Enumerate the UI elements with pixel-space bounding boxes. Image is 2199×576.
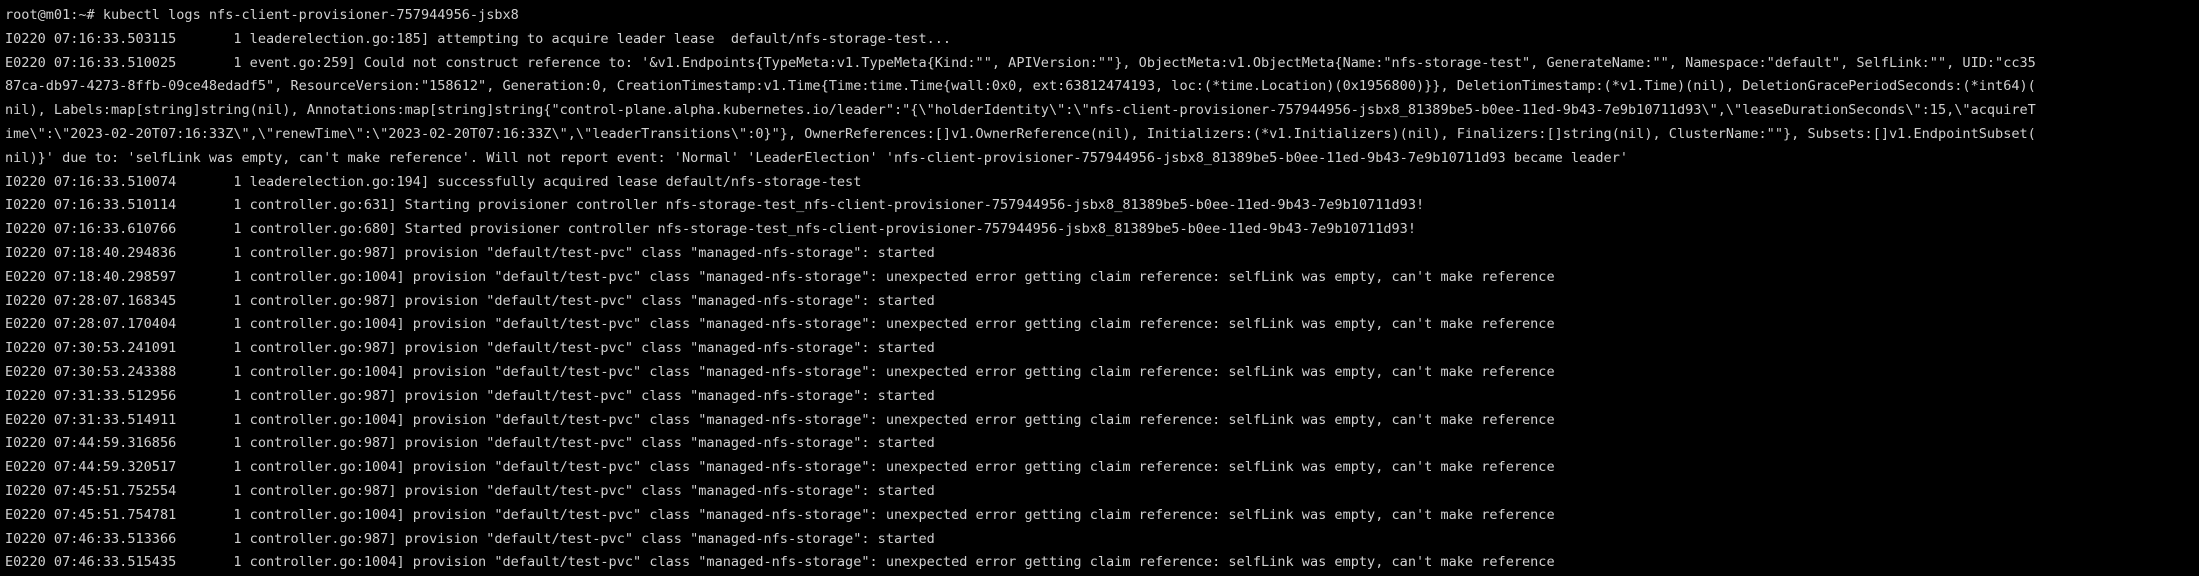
log-line: I0220 07:44:59.316856 1 controller.go:98… <box>5 435 935 452</box>
log-line: E0220 07:44:59.320517 1 controller.go:10… <box>5 459 1555 476</box>
log-line: E0220 07:45:51.754781 1 controller.go:10… <box>5 506 1555 523</box>
log-line: I0220 07:16:33.510114 1 controller.go:63… <box>5 197 1425 214</box>
log-line: E0220 07:18:40.298597 1 controller.go:10… <box>5 268 1555 285</box>
log-line: ime\":\"2023-02-20T07:16:33Z\",\"renewTi… <box>5 125 2036 142</box>
log-line: I0220 07:28:07.168345 1 controller.go:98… <box>5 292 935 309</box>
log-line: I0220 07:16:33.610766 1 controller.go:68… <box>5 221 1416 238</box>
command-prompt-line: root@m01:~# kubectl logs nfs-client-prov… <box>5 7 519 23</box>
log-line: E0220 07:30:53.243388 1 controller.go:10… <box>5 363 1555 380</box>
log-line: I0220 07:31:33.512956 1 controller.go:98… <box>5 387 935 404</box>
log-line: E0220 07:28:07.170404 1 controller.go:10… <box>5 316 1555 333</box>
log-line: I0220 07:18:40.294836 1 controller.go:98… <box>5 244 935 261</box>
log-line: E0220 07:16:33.510025 1 event.go:259] Co… <box>5 54 2036 71</box>
log-line: I0220 07:30:53.241091 1 controller.go:98… <box>5 340 935 357</box>
log-line: nil), Labels:map[string]string(nil), Ann… <box>5 102 2036 119</box>
log-line: I0220 07:46:33.513366 1 controller.go:98… <box>5 530 935 547</box>
log-line: I0220 07:16:33.510074 1 leaderelection.g… <box>5 173 862 190</box>
log-line: nil)}' due to: 'selfLink was empty, can'… <box>5 149 1629 166</box>
log-line: E0220 07:31:33.514911 1 controller.go:10… <box>5 411 1555 428</box>
log-line: 87ca-db97-4273-8ffb-09ce48edadf5", Resou… <box>5 78 2036 95</box>
log-line: E0220 07:46:33.515435 1 controller.go:10… <box>5 554 1555 571</box>
log-line: I0220 07:45:51.752554 1 controller.go:98… <box>5 482 935 499</box>
terminal-window[interactable]: root@m01:~# kubectl logs nfs-client-prov… <box>0 0 2199 576</box>
log-line: I0220 07:16:33.503115 1 leaderelection.g… <box>5 30 952 47</box>
